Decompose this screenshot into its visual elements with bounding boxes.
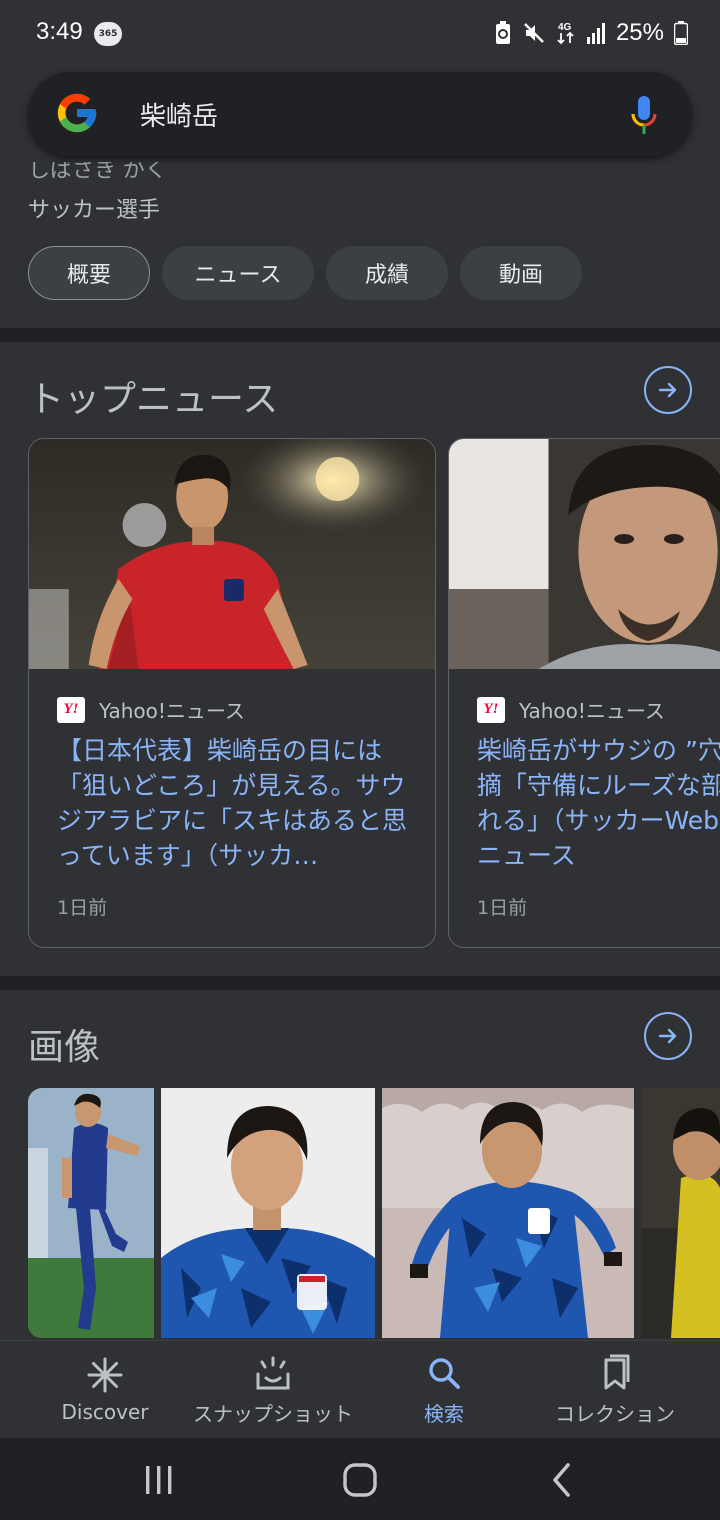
snapshot-icon xyxy=(256,1356,290,1389)
bottom-navigation: Discover スナップショット 検索 コレクション xyxy=(0,1340,720,1438)
back-icon[interactable] xyxy=(550,1462,574,1498)
chip-stats[interactable]: 成績 xyxy=(326,246,448,300)
recent-apps-icon[interactable] xyxy=(144,1466,174,1494)
collections-icon xyxy=(604,1354,630,1389)
google-logo-icon xyxy=(57,93,97,133)
discover-icon xyxy=(87,1357,123,1393)
nav-snapshot-label: スナップショット xyxy=(193,1401,353,1426)
news-card[interactable]: Y! Yahoo!ニュース 柴崎岳がサウジの ”穴” をズバリ指摘「守備にルーズ… xyxy=(448,438,720,948)
top-news-section: トップニュース Y! Yahoo!ニュース 【日本代表】柴崎岳の目には「狙いどこ… xyxy=(0,342,720,976)
images-section: 画像 xyxy=(0,990,720,1340)
svg-text:4G: 4G xyxy=(558,22,572,33)
mute-icon xyxy=(524,23,544,43)
home-icon[interactable] xyxy=(342,1462,378,1498)
chip-videos[interactable]: 動画 xyxy=(460,246,582,300)
news-source: Y! Yahoo!ニュース xyxy=(57,695,245,724)
battery-icon xyxy=(674,21,688,45)
top-news-title: トップニュース xyxy=(28,379,279,420)
images-more-button[interactable] xyxy=(644,1012,692,1060)
chip-overview[interactable]: 概要 xyxy=(28,246,150,300)
image-result[interactable] xyxy=(161,1088,375,1338)
yahoo-news-logo-icon: Y! xyxy=(57,696,85,723)
status-icons: 4G 25% xyxy=(494,16,688,50)
chip-news[interactable]: ニュース xyxy=(162,246,314,300)
news-time: 1日前 xyxy=(57,897,108,919)
nav-search-label: 検索 xyxy=(424,1401,464,1426)
section-divider xyxy=(0,976,720,990)
nav-discover-label: Discover xyxy=(61,1400,149,1424)
filter-chips: 概要 ニュース 成績 動画 xyxy=(28,246,582,300)
section-divider xyxy=(0,328,720,342)
news-headline[interactable]: 【日本代表】柴崎岳の目には「狙いどころ」が見える。サウジアラビアに「スキはあると… xyxy=(57,733,417,873)
news-thumbnail xyxy=(29,439,435,669)
signal-icon xyxy=(586,23,605,44)
nav-collections-label: コレクション xyxy=(555,1401,675,1426)
battery-percent: 25% xyxy=(615,19,664,46)
images-title: 画像 xyxy=(28,1027,101,1068)
search-input[interactable]: 柴崎岳 xyxy=(140,96,218,133)
arrow-right-icon xyxy=(658,1028,677,1044)
image-result[interactable] xyxy=(382,1088,634,1338)
entity-description: サッカー選手 xyxy=(28,198,161,223)
arrow-right-icon xyxy=(658,382,677,398)
news-source-name: Yahoo!ニュース xyxy=(99,699,245,723)
news-headline[interactable]: 柴崎岳がサウジの ”穴” をズバリ指摘「守備にルーズな部分も見受けられる」（サッ… xyxy=(477,733,720,873)
recycle-icon xyxy=(495,21,510,44)
search-bar[interactable]: 柴崎岳 xyxy=(28,72,692,156)
image-result[interactable] xyxy=(641,1088,720,1338)
search-icon xyxy=(429,1357,460,1389)
nav-snapshot[interactable]: スナップショット xyxy=(188,1341,358,1439)
system-navigation-bar xyxy=(0,1438,720,1520)
news-source: Y! Yahoo!ニュース xyxy=(477,695,665,724)
knowledge-header: しばさき がく サッカー選手 概要 ニュース 成績 動画 柴崎岳 xyxy=(0,66,720,328)
image-result[interactable] xyxy=(28,1088,154,1338)
news-thumbnail xyxy=(449,439,720,669)
nav-discover[interactable]: Discover xyxy=(30,1341,180,1439)
mic-icon[interactable] xyxy=(630,94,658,136)
status-bar: 3:49 365 4G 25% xyxy=(0,0,720,66)
news-card[interactable]: Y! Yahoo!ニュース 【日本代表】柴崎岳の目には「狙いどころ」が見える。サ… xyxy=(28,438,436,948)
network-4g-icon: 4G xyxy=(557,22,574,45)
yahoo-news-logo-icon: Y! xyxy=(477,696,505,723)
app-badge-icon: 365 xyxy=(94,22,122,46)
top-news-more-button[interactable] xyxy=(644,366,692,414)
nav-search[interactable]: 検索 xyxy=(384,1341,504,1439)
nav-collections[interactable]: コレクション xyxy=(540,1341,690,1439)
entity-reading: しばさき がく xyxy=(28,162,167,180)
news-time: 1日前 xyxy=(477,897,528,919)
news-source-name: Yahoo!ニュース xyxy=(519,699,665,723)
status-time: 3:49 xyxy=(36,18,83,45)
screen: 3:49 365 4G 25% しばさき がく サッカー選手 概要 ニュース 成… xyxy=(0,0,720,1520)
